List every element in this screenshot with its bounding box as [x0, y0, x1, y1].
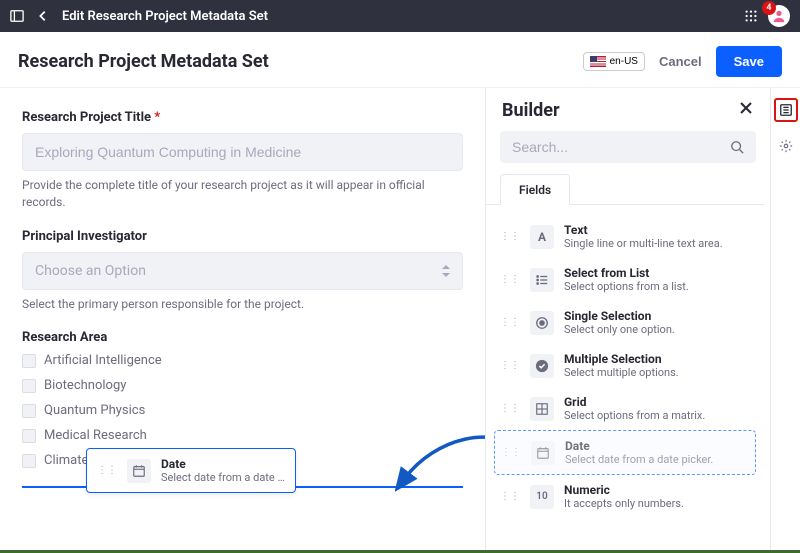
field-type-multiple-selection[interactable]: ⋮⋮ Multiple SelectionSelect multiple opti… — [494, 344, 756, 387]
field-desc: Single line or multi-line text area. — [564, 237, 750, 250]
checkbox-icon — [22, 379, 36, 393]
field-type-single-selection[interactable]: ⋮⋮ Single SelectionSelect only one option… — [494, 301, 756, 344]
field-desc: Select options from a list. — [564, 280, 750, 293]
checkbox-label: Medical Research — [44, 428, 147, 443]
settings-button[interactable] — [774, 134, 798, 158]
header: Research Project Metadata Set en-US Canc… — [0, 32, 800, 88]
checkbox-label: Quantum Physics — [44, 403, 145, 418]
pi-placeholder: Choose an Option — [35, 263, 146, 279]
right-rail — [770, 88, 800, 550]
drag-handle-icon: ⋮⋮ — [500, 491, 520, 502]
drag-handle-icon: ⋮⋮ — [500, 403, 520, 414]
checkbox-label: Artificial Intelligence — [44, 353, 162, 368]
dragging-field-card[interactable]: ⋮⋮ Date Select date from a date pic… — [86, 448, 296, 493]
checkbox-label: Biotechnology — [44, 378, 126, 393]
builder-search[interactable] — [500, 131, 756, 163]
checkbox-icon — [22, 429, 36, 443]
drop-card-desc: Select date from a date pic… — [161, 471, 285, 484]
drop-card-title: Date — [161, 457, 285, 471]
date-icon — [531, 441, 555, 465]
cancel-button[interactable]: Cancel — [645, 46, 716, 77]
checkbox-icon — [22, 404, 36, 418]
user-menu[interactable]: 4 — [768, 5, 790, 27]
field-desc: Select multiple options. — [564, 366, 750, 379]
header-title: Research Project Metadata Set — [18, 51, 269, 72]
field-title: Single Selection — [564, 309, 750, 323]
search-icon — [730, 140, 744, 154]
field-title: Date — [565, 439, 749, 453]
list-icon — [530, 268, 554, 292]
checkbox-item[interactable]: Biotechnology — [22, 378, 463, 393]
builder-title: Builder — [502, 100, 560, 121]
save-button[interactable]: Save — [716, 46, 782, 77]
title-field-label: Research Project Title * — [22, 110, 463, 125]
field-type-numeric[interactable]: ⋮⋮ 10 NumericIt accepts only numbers. — [494, 475, 756, 518]
drag-handle-icon: ⋮⋮ — [97, 465, 117, 476]
page-title: Edit Research Project Metadata Set — [62, 9, 268, 24]
field-type-select-from-list[interactable]: ⋮⋮ Select from ListSelect options from a … — [494, 258, 756, 301]
close-icon[interactable] — [738, 100, 754, 121]
field-desc: Select date from a date picker. — [565, 453, 749, 466]
pi-field-label: Principal Investigator — [22, 229, 463, 244]
flag-icon — [590, 56, 606, 67]
locale-selector[interactable]: en-US — [583, 52, 645, 71]
tab-fields[interactable]: Fields — [500, 174, 570, 205]
back-icon[interactable] — [36, 9, 50, 23]
title-help: Provide the complete title of your resea… — [22, 177, 463, 211]
field-desc: Select options from a matrix. — [564, 409, 750, 422]
search-input[interactable] — [512, 139, 722, 155]
field-type-text[interactable]: ⋮⋮ A TextSingle line or multi-line text ar… — [494, 215, 756, 258]
grid-icon — [530, 397, 554, 421]
topbar: Edit Research Project Metadata Set 4 — [0, 0, 800, 32]
field-title: Text — [564, 223, 750, 237]
notification-badge: 4 — [762, 1, 776, 15]
field-desc: Select only one option. — [564, 323, 750, 336]
select-arrows-icon — [442, 265, 450, 277]
locale-label: en-US — [610, 56, 638, 67]
field-type-grid[interactable]: ⋮⋮ GridSelect options from a matrix. — [494, 387, 756, 430]
drag-handle-icon: ⋮⋮ — [500, 274, 520, 285]
field-title: Grid — [564, 395, 750, 409]
checkbox-icon — [22, 454, 36, 468]
field-title: Numeric — [564, 483, 750, 497]
drag-handle-icon: ⋮⋮ — [500, 360, 520, 371]
drag-handle-icon: ⋮⋮ — [500, 317, 520, 328]
check-icon — [530, 354, 554, 378]
calendar-icon — [127, 459, 151, 483]
builder-toggle-button[interactable] — [774, 98, 798, 122]
form-area: Research Project Title * Provide the com… — [0, 88, 485, 550]
title-input[interactable] — [22, 133, 463, 171]
sidebar-toggle-icon[interactable] — [10, 9, 24, 23]
checkbox-item[interactable]: Artificial Intelligence — [22, 353, 463, 368]
checkbox-item[interactable]: Medical Research — [22, 428, 463, 443]
10-icon: 10 — [530, 485, 554, 509]
area-field-label: Research Area — [22, 330, 463, 345]
pi-select[interactable]: Choose an Option — [22, 252, 463, 290]
apps-icon[interactable] — [744, 9, 758, 23]
builder-panel: Builder Fields ⋮⋮ A TextSingle line or mul… — [485, 88, 770, 550]
drag-handle-icon: ⋮⋮ — [500, 231, 520, 242]
drag-handle-icon: ⋮⋮ — [501, 447, 521, 458]
checkbox-icon — [22, 354, 36, 368]
field-desc: It accepts only numbers. — [564, 497, 750, 510]
checkbox-item[interactable]: Quantum Physics — [22, 403, 463, 418]
field-title: Multiple Selection — [564, 352, 750, 366]
pi-help: Select the primary person responsible fo… — [22, 296, 463, 313]
field-title: Select from List — [564, 266, 750, 280]
field-type-date[interactable]: ⋮⋮ DateSelect date from a date picker. — [494, 430, 756, 475]
radio-icon — [530, 311, 554, 335]
A-icon: A — [530, 225, 554, 249]
